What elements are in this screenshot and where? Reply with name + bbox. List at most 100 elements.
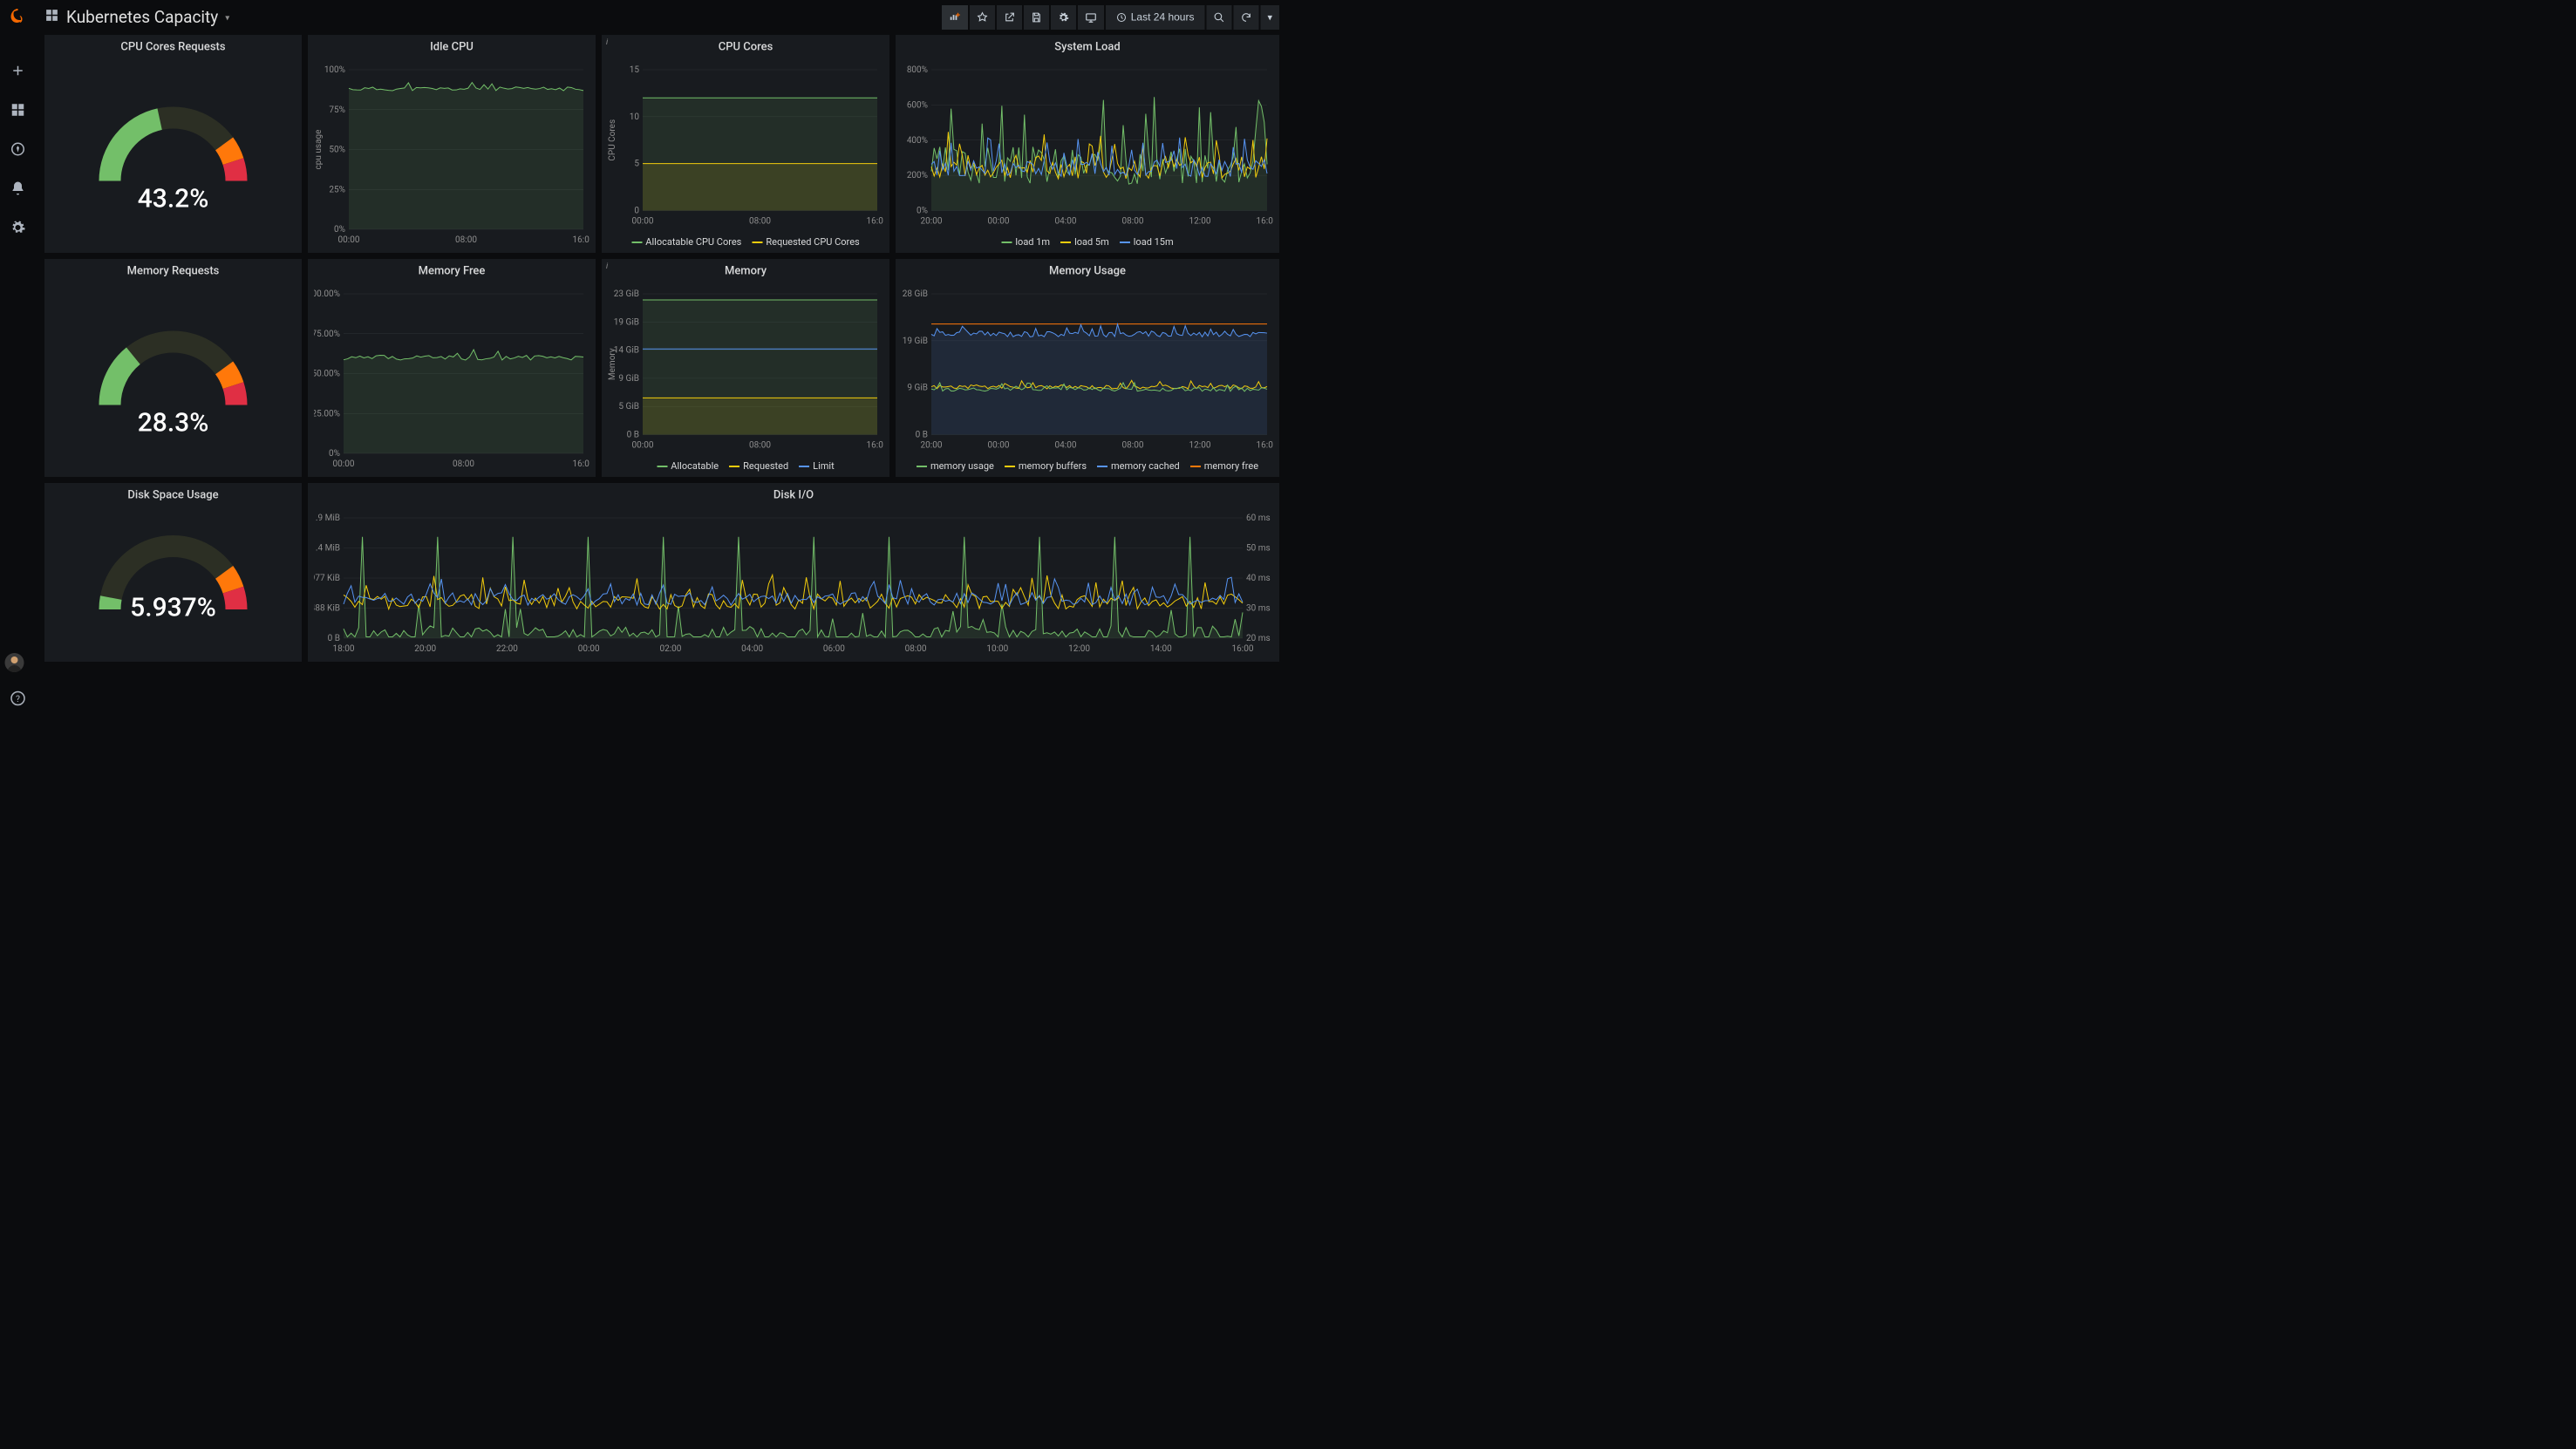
legend-item[interactable]: memory usage [917, 461, 994, 473]
svg-text:23 GiB: 23 GiB [614, 289, 639, 299]
svg-text:5 GiB: 5 GiB [618, 402, 639, 412]
svg-text:00:00: 00:00 [338, 235, 360, 245]
legend-item[interactable]: Requested CPU Cores [752, 237, 859, 248]
dashboard-title[interactable]: Kubernetes Capacity [66, 8, 218, 27]
panel-memory-requests[interactable]: Memory Requests 28.3% [44, 259, 302, 477]
share-button[interactable] [997, 5, 1022, 30]
svg-text:14:00: 14:00 [1150, 644, 1172, 654]
gauge-value: 43.2% [138, 183, 209, 214]
legend-item[interactable]: memory free [1190, 461, 1258, 473]
svg-text:50%: 50% [329, 146, 345, 155]
save-button[interactable] [1024, 5, 1049, 30]
svg-text:0%: 0% [329, 449, 340, 459]
legend-item[interactable]: load 15m [1120, 237, 1174, 248]
refresh-dropdown-button[interactable]: ▾ [1260, 5, 1279, 30]
panel-memory-usage[interactable]: Memory Usage 0 B9 GiB19 GiB28 GiB20:0000… [896, 259, 1279, 477]
add-icon[interactable] [5, 58, 31, 84]
svg-text:1.4 MiB: 1.4 MiB [314, 544, 340, 554]
svg-text:100%: 100% [324, 65, 345, 75]
svg-text:12:00: 12:00 [1068, 644, 1090, 654]
svg-text:Memory: Memory [608, 348, 617, 380]
legend-label: load 15m [1134, 237, 1174, 248]
svg-text:16:00: 16:00 [1257, 217, 1273, 227]
svg-text:cpu usage: cpu usage [314, 130, 324, 170]
svg-text:?: ? [16, 693, 20, 704]
svg-text:08:00: 08:00 [1122, 217, 1144, 227]
panel-disk-space-usage[interactable]: Disk Space Usage 5.937% [44, 483, 302, 662]
legend-label: memory buffers [1019, 461, 1087, 473]
star-button[interactable] [970, 5, 995, 30]
svg-text:75.00%: 75.00% [314, 330, 340, 339]
panel-memory-free[interactable]: Memory Free 0%25.00%50.00%75.00%100.00%0… [308, 259, 596, 477]
legend-item[interactable]: memory cached [1097, 461, 1180, 473]
svg-text:16:00: 16:00 [867, 217, 883, 227]
legend-label: memory cached [1111, 461, 1180, 473]
svg-text:18:00: 18:00 [333, 644, 355, 654]
panel-memory[interactable]: i Memory 0 B5 GiB9 GiB14 GiB19 GiB23 GiB… [602, 259, 889, 477]
panel-title: Memory [602, 259, 889, 281]
panel-cpu-cores-requests[interactable]: CPU Cores Requests 43.2% [44, 35, 302, 253]
settings-button[interactable] [1051, 5, 1076, 30]
alerting-icon[interactable] [5, 175, 31, 201]
explore-icon[interactable] [5, 136, 31, 162]
svg-text:50.00%: 50.00% [314, 370, 340, 379]
svg-text:30 ms: 30 ms [1246, 604, 1271, 614]
svg-text:10: 10 [630, 112, 640, 122]
svg-text:00:00: 00:00 [988, 441, 1010, 451]
legend-item[interactable]: Allocatable [657, 461, 719, 473]
panel-title: Memory Usage [896, 259, 1279, 281]
svg-text:08:00: 08:00 [749, 441, 771, 451]
svg-text:600%: 600% [907, 100, 928, 110]
svg-text:20:00: 20:00 [921, 217, 943, 227]
svg-text:16:00: 16:00 [573, 459, 589, 469]
gauge-value: 5.937% [130, 592, 216, 623]
svg-text:20:00: 20:00 [921, 441, 943, 451]
panel-system-load[interactable]: System Load 0%200%400%600%800%20:0000:00… [896, 35, 1279, 253]
time-range-button[interactable]: Last 24 hours [1106, 5, 1205, 30]
configuration-icon[interactable] [5, 214, 31, 241]
legend-item[interactable]: load 5m [1060, 237, 1109, 248]
svg-text:977 KiB: 977 KiB [314, 574, 340, 583]
svg-text:00:00: 00:00 [333, 459, 355, 469]
chevron-down-icon[interactable]: ▾ [225, 12, 229, 23]
cycle-view-button[interactable] [1078, 5, 1104, 30]
panel-idle-cpu[interactable]: Idle CPU 0%25%50%75%100%00:0008:0016:00c… [308, 35, 596, 253]
svg-text:1.9 MiB: 1.9 MiB [314, 514, 340, 523]
legend-label: Allocatable [671, 461, 719, 473]
topbar: Kubernetes Capacity ▾ Last 24 hours ▾ [36, 0, 1288, 35]
legend-label: Requested CPU Cores [766, 237, 859, 248]
legend-label: Limit [813, 461, 835, 473]
help-icon[interactable]: ? [5, 685, 31, 711]
panel-title: Memory Requests [44, 259, 302, 281]
panel-disk-io[interactable]: Disk I/O 0 B488 KiB977 KiB1.4 MiB1.9 MiB… [308, 483, 1279, 662]
add-panel-button[interactable] [942, 5, 968, 30]
time-range-label: Last 24 hours [1131, 11, 1195, 24]
svg-text:0 B: 0 B [916, 431, 928, 440]
svg-text:22:00: 22:00 [496, 644, 518, 654]
svg-text:488 KiB: 488 KiB [314, 604, 340, 614]
svg-text:20 ms: 20 ms [1246, 634, 1271, 643]
zoom-out-button[interactable] [1206, 5, 1231, 30]
svg-text:14 GiB: 14 GiB [614, 346, 639, 356]
legend-item[interactable]: Allocatable CPU Cores [631, 237, 741, 248]
svg-text:400%: 400% [907, 136, 928, 146]
legend-label: memory usage [930, 461, 994, 473]
svg-text:06:00: 06:00 [823, 644, 845, 654]
panel-cpu-cores[interactable]: i CPU Cores 05101500:0008:0016:00CPU Cor… [602, 35, 889, 253]
panel-title: Disk I/O [308, 483, 1279, 505]
svg-text:16:00: 16:00 [1257, 441, 1273, 451]
grafana-logo-icon[interactable] [8, 9, 29, 31]
legend-item[interactable]: Requested [729, 461, 788, 473]
legend-item[interactable]: Limit [799, 461, 835, 473]
dashboards-icon[interactable] [5, 97, 31, 123]
legend-item[interactable]: memory buffers [1005, 461, 1087, 473]
svg-text:00:00: 00:00 [632, 441, 654, 451]
refresh-button[interactable] [1233, 5, 1258, 30]
avatar[interactable] [5, 653, 24, 672]
svg-text:CPU Cores: CPU Cores [608, 119, 617, 161]
svg-text:0%: 0% [334, 225, 345, 235]
legend-item[interactable]: load 1m [1001, 237, 1050, 248]
svg-text:800%: 800% [907, 65, 928, 75]
svg-text:04:00: 04:00 [741, 644, 763, 654]
svg-text:0%: 0% [917, 207, 928, 216]
